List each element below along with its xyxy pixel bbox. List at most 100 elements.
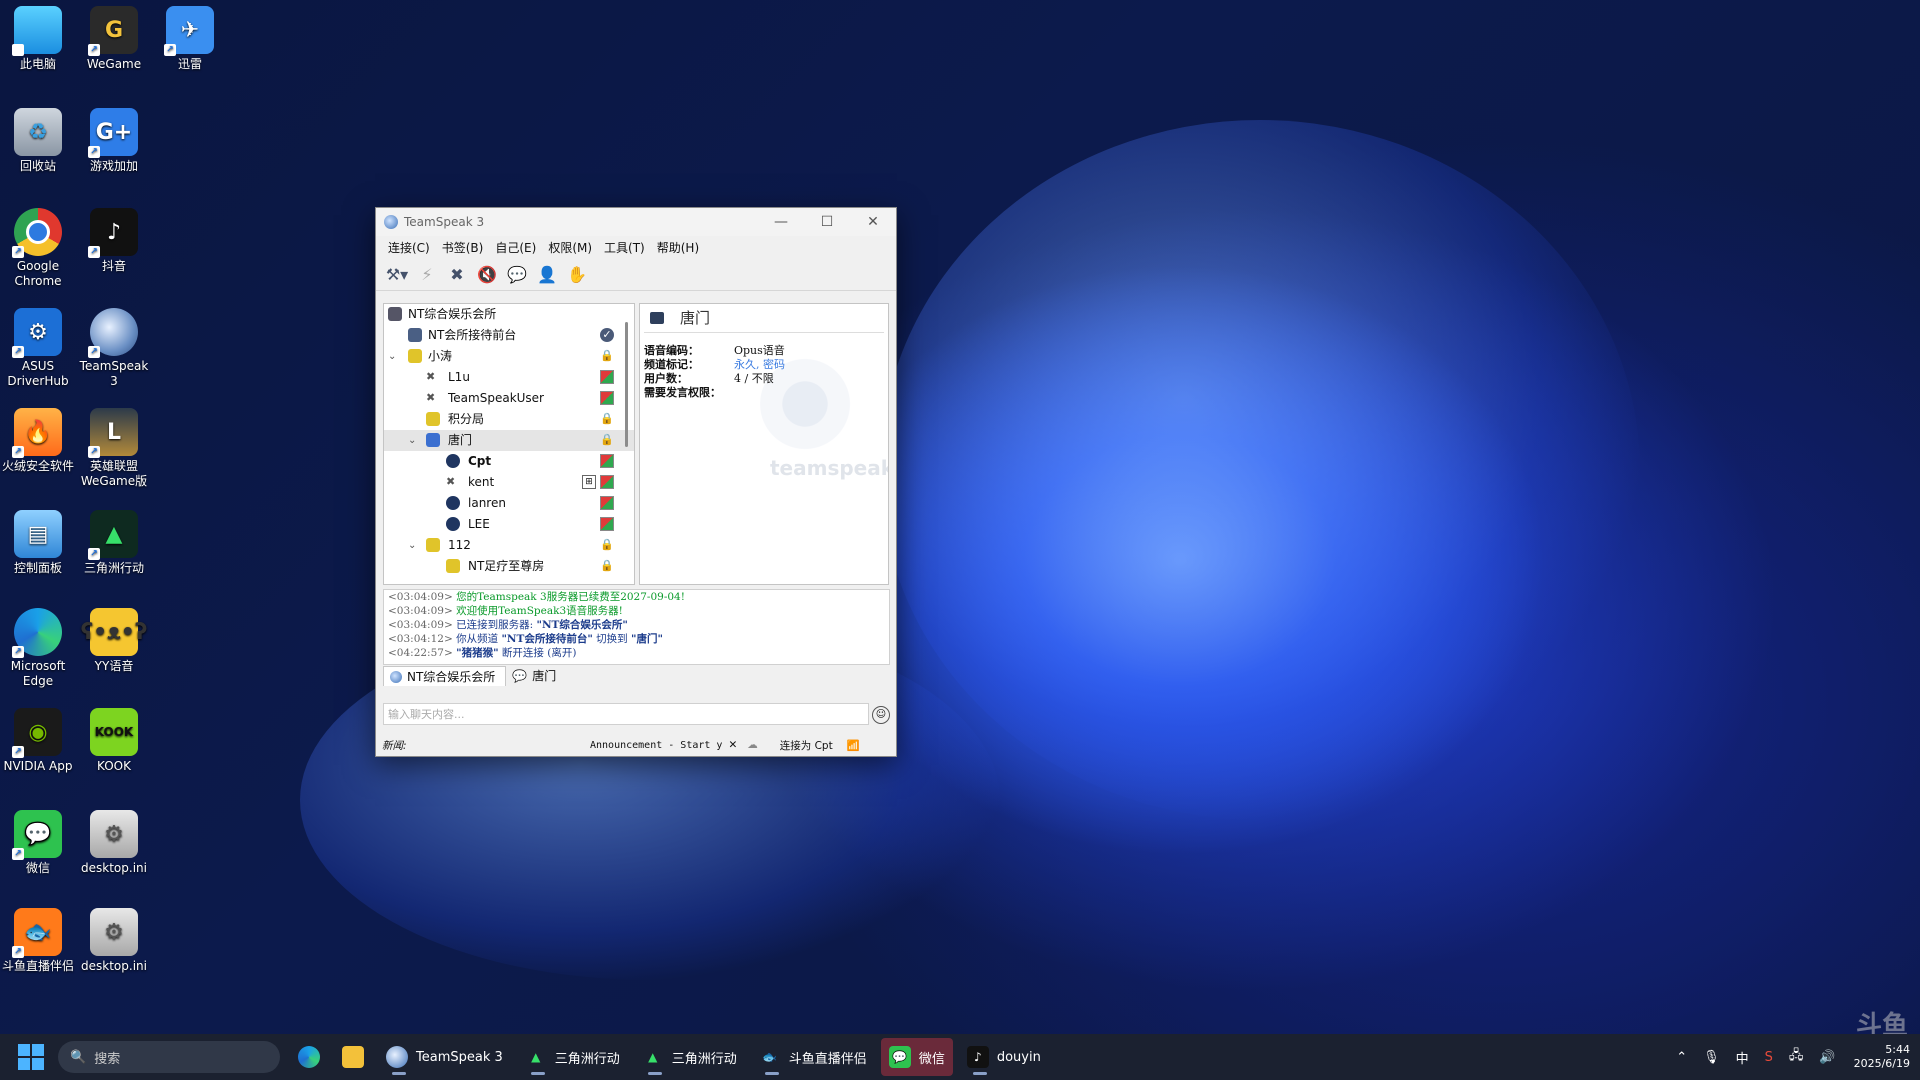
disconnect-icon[interactable]: ⚡	[414, 262, 440, 286]
taskbar-file-explorer[interactable]	[334, 1038, 372, 1076]
lock-icon: 🔒	[600, 538, 614, 551]
group-badge-icon	[600, 370, 614, 384]
close-button[interactable]: ✕	[850, 214, 896, 230]
tree-channel[interactable]: ⌄ 112 🔒	[384, 535, 634, 556]
running-indicator	[647, 1072, 662, 1075]
chevron-down-icon[interactable]: ⌄	[388, 346, 400, 367]
talk-power-icon[interactable]: ✋	[564, 262, 590, 286]
menu-help[interactable]: 帮助(H)	[657, 239, 699, 256]
title-bar[interactable]: TeamSpeak 3 — ☐ ✕	[376, 208, 896, 236]
desktop-icon-chrome[interactable]: ↗ Google Chrome	[0, 208, 76, 289]
tree-user[interactable]: ✖ kent ⊞	[384, 472, 634, 493]
chat-input[interactable]: 输入聊天内容...	[383, 703, 869, 725]
tree-user[interactable]: lanren	[384, 493, 634, 514]
taskbar-delta-force-2[interactable]: ▲ 三角洲行动	[634, 1038, 745, 1076]
microphone-icon[interactable]: 🎙	[1703, 1050, 1720, 1065]
taskbar-teamspeak[interactable]: TeamSpeak 3	[378, 1038, 511, 1076]
desktop-icon-yy[interactable]: ʕ•ᴥ•ʔ YY语音	[76, 608, 152, 674]
desktop-icon-this-pc[interactable]: 此电脑	[0, 6, 76, 72]
connect-icon[interactable]: ⚒▾	[384, 262, 410, 286]
teamspeak-icon	[384, 215, 398, 229]
desktop-icon-huorong[interactable]: 🔥 ↗ 火绒安全软件	[0, 408, 76, 474]
desktop-icon-edge[interactable]: ↗ Microsoft Edge	[0, 608, 76, 689]
menu-self[interactable]: 自己(E)	[495, 239, 536, 256]
tree-channel-selected[interactable]: ⌄ 唐门 🔒	[384, 430, 634, 451]
desktop-icon-delta-force[interactable]: ▲ ↗ 三角洲行动	[76, 510, 152, 576]
network-icon[interactable]: 🖧	[1789, 1046, 1804, 1068]
chevron-up-icon[interactable]: ⌃	[1676, 1050, 1687, 1065]
tree-user[interactable]: ✖ L1u	[384, 367, 634, 388]
mute-mic-icon[interactable]: ✖	[444, 262, 470, 286]
desktop-icon-desktop-ini[interactable]: ⚙ desktop.ini	[76, 810, 152, 876]
ime-indicator[interactable]: 中	[1736, 1048, 1749, 1067]
tree-channel[interactable]: ⌄ 小涛 🔒	[384, 346, 634, 367]
tab-label: NT综合娱乐会所	[407, 669, 496, 684]
taskbar-edge[interactable]	[290, 1038, 328, 1076]
group-badge-icon	[600, 454, 614, 468]
taskbar-delta-force[interactable]: ▲ 三角洲行动	[517, 1038, 628, 1076]
desktop-icon-xunlei[interactable]: ✈ ↗ 迅雷	[152, 6, 228, 72]
taskbar-wechat[interactable]: 💬 微信	[880, 1038, 953, 1076]
volume-icon[interactable]: 🔊	[1819, 1050, 1835, 1065]
close-news-icon[interactable]: ✕	[728, 739, 737, 751]
desktop-icon-label: 抖音	[101, 259, 126, 273]
tree-channel[interactable]: NT会所接待前台 ✓	[384, 325, 634, 346]
menu-bookmarks[interactable]: 书签(B)	[442, 239, 484, 256]
desktop-icon-label: 回收站	[19, 159, 56, 173]
tree-channel[interactable]: NT足疗至尊房 🔒	[384, 556, 634, 577]
emoji-icon[interactable]: ☺	[872, 706, 890, 724]
chevron-down-icon[interactable]: ⌄	[408, 535, 420, 556]
taskbar-douyin[interactable]: ♪ douyin	[959, 1038, 1049, 1076]
clock[interactable]: 5:44 2025/6/19	[1854, 1043, 1910, 1071]
search-box[interactable]: 🔍 搜索	[58, 1041, 280, 1073]
chevron-down-icon[interactable]: ⌄	[408, 430, 420, 451]
running-indicator	[530, 1072, 545, 1075]
desktop-icon-douyin[interactable]: ♪ ↗ 抖音	[76, 208, 152, 274]
clock-date: 2025/6/19	[1853, 1057, 1910, 1070]
tab-server[interactable]: NT综合娱乐会所	[383, 666, 507, 686]
menu-tools[interactable]: 工具(T)	[604, 239, 645, 256]
desktop-icon-control-panel[interactable]: ▤ 控制面板	[0, 510, 76, 576]
desktop-icon-douyu[interactable]: 🐟 ↗ 斗鱼直播伴侣	[0, 908, 76, 974]
tree-user[interactable]: ✖ TeamSpeakUser	[384, 388, 634, 409]
running-indicator	[764, 1072, 779, 1075]
desktop-icon-kook[interactable]: KOOK KOOK	[76, 708, 152, 774]
tree-scrollbar[interactable]	[625, 322, 628, 447]
desktop-icon-desktop-ini-2[interactable]: ⚙ desktop.ini	[76, 908, 152, 974]
desktop-icon-lol[interactable]: L ↗ 英雄联盟WeGame版	[76, 408, 152, 489]
delta-force-icon: ▲	[531, 1050, 541, 1064]
lol-icon: L ↗	[88, 408, 138, 458]
desktop-icon-label: 此电脑	[19, 57, 56, 71]
maximize-button[interactable]: ☐	[804, 214, 850, 230]
desktop-icon-game-plus[interactable]: G+ ↗ 游戏加加	[76, 108, 152, 174]
menu-connection[interactable]: 连接(C)	[388, 239, 430, 256]
teamspeak-watermark-text: teamspeak	[770, 456, 889, 480]
windows-start-icon[interactable]	[18, 1044, 44, 1070]
contacts-icon[interactable]: 👤	[534, 262, 560, 286]
sogou-icon[interactable]: S	[1765, 1050, 1773, 1065]
tree-row-label: 小涛	[428, 349, 453, 363]
tree-user[interactable]: LEE	[384, 514, 634, 535]
tree-server[interactable]: NT综合娱乐会所	[384, 304, 634, 325]
desktop-icon-recycle-bin[interactable]: ♻ 回收站	[0, 108, 76, 174]
tree-user[interactable]: Cpt	[384, 451, 634, 472]
tree-channel[interactable]: 积分局 🔒	[384, 409, 634, 430]
tab-channel[interactable]: 💬 唐门	[506, 666, 566, 686]
desktop-icon-wechat[interactable]: 💬 ↗ 微信	[0, 810, 76, 876]
minimize-button[interactable]: —	[758, 214, 804, 230]
taskbar-douyu[interactable]: 🐟 斗鱼直播伴侣	[751, 1038, 875, 1076]
log-message: 已连接到服务器:	[456, 619, 537, 631]
away-icon[interactable]: 💬	[504, 262, 530, 286]
chat-tabs: NT综合娱乐会所 💬 唐门	[383, 666, 566, 686]
desktop-icon-teamspeak[interactable]: ↗ TeamSpeak 3	[76, 308, 152, 389]
mute-speaker-icon[interactable]: 🔇	[474, 262, 500, 286]
desktop-icon-asus-driverhub[interactable]: ⚙ ↗ ASUS DriverHub	[0, 308, 76, 389]
announcement-ticker[interactable]: Announcement - Start y	[590, 740, 722, 751]
menu-permissions[interactable]: 权限(M)	[548, 239, 592, 256]
desktop-icon-wegame[interactable]: G ↗ WeGame	[76, 6, 152, 72]
edge-icon: ↗	[12, 608, 62, 658]
bird-icon: ✈ ↗	[164, 6, 214, 56]
search-icon: 🔍	[70, 1049, 87, 1065]
desktop-icon-nvidia[interactable]: ◉ ↗ NVIDIA App	[0, 708, 76, 774]
channel-icon	[446, 559, 460, 573]
